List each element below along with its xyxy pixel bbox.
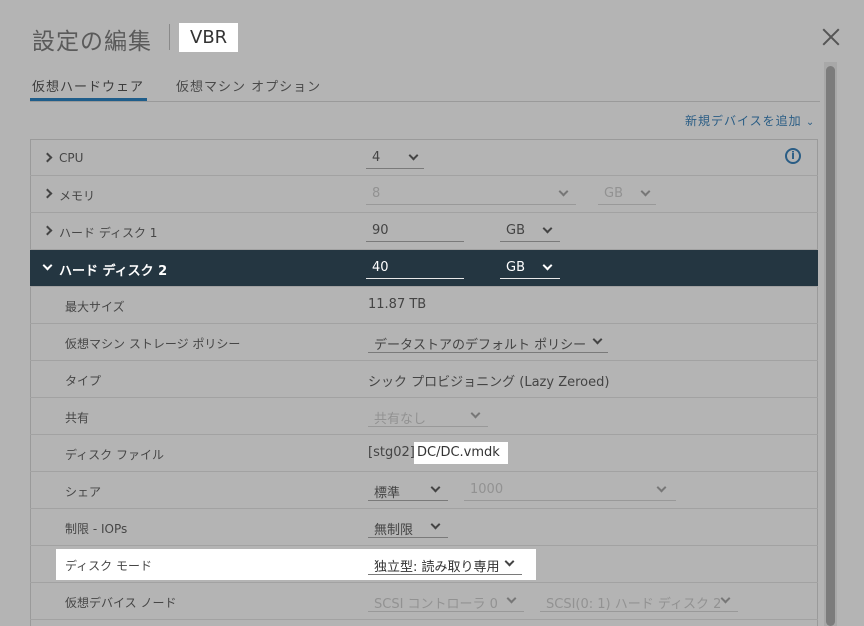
dialog-title: 設定の編集 [32, 29, 152, 55]
hard-disk-1-unit-select[interactable]: GB [500, 220, 560, 242]
row-disk-file: ディスク ファイル [stg02] DC/DC.vmdk [30, 435, 818, 472]
shares-amount-combo[interactable]: 1000 [464, 479, 676, 501]
chevron-down-icon [470, 408, 481, 419]
max-size-value: 11.87 TB [368, 297, 427, 312]
chevron-down-icon [542, 223, 553, 234]
tabs-divider [30, 101, 820, 102]
hard-disk-2-size-input[interactable]: 40 [366, 257, 464, 279]
chevron-right-icon[interactable] [42, 225, 53, 236]
title-separator [169, 24, 170, 50]
edit-settings-dialog: 設定の編集 VBR 仮想ハードウェア 仮想マシン オプション 新規デバイスを追加… [0, 0, 864, 626]
device-node-label: 仮想デバイス ノード [65, 596, 177, 610]
memory-unit: GB [604, 186, 623, 201]
row-sharing: 共有 共有なし [30, 398, 818, 435]
disk-file-datastore: [stg02] [368, 445, 415, 460]
row-device-node: 仮想デバイス ノード SCSI コントローラ 0 SCSI(0: 1) ハード … [30, 583, 818, 620]
disk-file-path: DC/DC.vmdk [417, 445, 500, 460]
max-size-label: 最大サイズ [65, 300, 125, 314]
info-icon[interactable]: i [785, 148, 801, 164]
shares-select[interactable]: 標準 [368, 479, 448, 501]
limit-iops-select[interactable]: 無制限 [368, 516, 448, 538]
memory-label: メモリ [59, 189, 96, 203]
row-type: タイプ シック プロビジョニング (Lazy Zeroed) [30, 361, 818, 398]
hard-disk-2-unit: GB [506, 260, 525, 275]
chevron-down-icon [640, 186, 651, 197]
disk-mode-select[interactable]: 独立型: 読み取り専用 [368, 553, 522, 575]
tab-virtual-hardware[interactable]: 仮想ハードウェア [32, 76, 144, 95]
chevron-down-icon [408, 150, 419, 161]
shares-label: シェア [65, 485, 102, 499]
row-shares: シェア 標準 1000 [30, 472, 818, 509]
row-disk-mode: ディスク モード 独立型: 読み取り専用 [30, 546, 818, 583]
chevron-down-icon [592, 334, 603, 345]
row-hard-disk-1[interactable]: ハード ディスク 1 90 GB [30, 213, 818, 250]
hard-disk-2-size: 40 [372, 260, 389, 275]
chevron-down-icon [656, 482, 667, 493]
chevron-right-icon[interactable] [42, 188, 53, 199]
chevron-down-icon [430, 519, 441, 530]
add-device-label: 新規デバイスを追加 [685, 114, 802, 128]
hard-disk-1-size-input[interactable]: 90 [366, 220, 464, 242]
shares-value: 標準 [374, 486, 401, 501]
memory-unit-select[interactable]: GB [598, 183, 656, 205]
type-value: シック プロビジョニング (Lazy Zeroed) [368, 375, 610, 390]
scrollbar-thumb[interactable] [826, 66, 835, 626]
row-limit-iops: 制限 - IOPs 無制限 [30, 509, 818, 546]
scsi-node-select[interactable]: SCSI(0: 1) ハード ディスク 2 [540, 590, 738, 612]
storage-policy-value: データストアのデフォルト ポリシー [374, 338, 587, 353]
cpu-select[interactable]: 4 [366, 147, 424, 169]
chevron-down-icon [506, 593, 517, 604]
disk-mode-value: 独立型: 読み取り専用 [374, 560, 500, 575]
limit-iops-label: 制限 - IOPs [65, 522, 128, 536]
hard-disk-2-label: ハード ディスク 2 [59, 264, 168, 279]
scsi-controller-select[interactable]: SCSI コントローラ 0 [368, 590, 524, 612]
disk-file-label: ディスク ファイル [65, 448, 164, 462]
chevron-down-icon [504, 556, 515, 567]
tab-vm-options[interactable]: 仮想マシン オプション [176, 76, 321, 95]
row-max-size: 最大サイズ 11.87 TB [30, 287, 818, 324]
chevron-down-icon[interactable] [42, 260, 53, 271]
disk-file-path-box: DC/DC.vmdk [414, 442, 508, 464]
chevron-down-icon [430, 482, 441, 493]
row-memory[interactable]: メモリ 8 GB [30, 176, 818, 213]
chevron-down-icon: ⌄ [801, 117, 816, 128]
shares-amount: 1000 [470, 482, 504, 497]
storage-policy-label: 仮想マシン ストレージ ポリシー [65, 337, 241, 351]
sharing-select[interactable]: 共有なし [368, 405, 488, 427]
close-icon[interactable] [820, 26, 842, 48]
vm-name: VBR [179, 23, 239, 52]
sharing-value: 共有なし [374, 412, 427, 427]
memory-combo[interactable]: 8 [366, 183, 576, 205]
sharing-label: 共有 [65, 411, 90, 425]
chevron-down-icon [542, 260, 553, 271]
hard-disk-1-unit: GB [506, 223, 525, 238]
limit-iops-value: 無制限 [374, 523, 414, 538]
disk-mode-label: ディスク モード [65, 559, 152, 573]
chevron-right-icon[interactable] [42, 152, 53, 163]
row-storage-policy: 仮想マシン ストレージ ポリシー データストアのデフォルト ポリシー [30, 324, 818, 361]
hard-disk-1-size: 90 [372, 223, 389, 238]
storage-policy-select[interactable]: データストアのデフォルト ポリシー [368, 331, 608, 353]
cpu-label: CPU [59, 151, 84, 165]
row-cpu[interactable]: CPU 4 i [30, 139, 818, 176]
hard-disk-1-label: ハード ディスク 1 [59, 226, 158, 240]
cpu-value: 4 [372, 150, 381, 165]
scsi-controller-value: SCSI コントローラ 0 [374, 597, 498, 612]
add-new-device-button[interactable]: 新規デバイスを追加 ⌄ [685, 112, 815, 129]
memory-value: 8 [372, 186, 381, 201]
chevron-down-icon [558, 186, 569, 197]
scsi-node-value: SCSI(0: 1) ハード ディスク 2 [546, 597, 722, 612]
hard-disk-2-unit-select[interactable]: GB [500, 257, 560, 279]
chevron-down-icon [720, 593, 731, 604]
row-hard-disk-2[interactable]: ハード ディスク 2 40 GB [30, 250, 818, 287]
type-label: タイプ [65, 374, 102, 388]
